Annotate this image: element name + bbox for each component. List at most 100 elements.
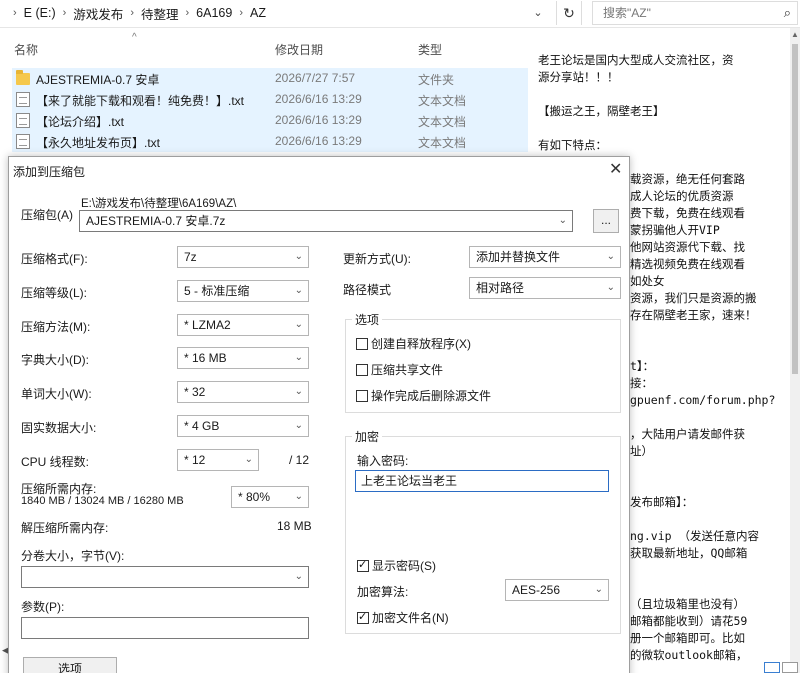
format-select[interactable]: 7z ⌄ <box>177 246 309 268</box>
file-name: 【来了就能下载和观看！纯免费！】.txt <box>36 94 245 108</box>
list-item[interactable]: 【永久地址发布页】.txt 2026/6/16 13:29 文本文档 <box>12 131 528 152</box>
show-password-checkbox[interactable]: 显示密码(S) <box>357 557 436 574</box>
preview-line: 载资源，绝无任何套路 <box>630 172 745 186</box>
preview-line: 成人论坛的优质资源 <box>630 189 734 203</box>
preview-line: 发布邮箱】： <box>630 495 694 509</box>
preview-line: 源分享站！！！ <box>538 70 619 84</box>
list-item[interactable]: AJESTREMIA-0.7 安卓 2026/7/27 7:57 文件夹 <box>12 68 528 89</box>
checkbox-box[interactable] <box>356 364 368 376</box>
encrypt-names-checkbox[interactable]: 加密文件名(N) <box>357 609 449 626</box>
chevron-down-icon: ⌄ <box>244 454 253 465</box>
memory-percent-select[interactable]: * 80% ⌄ <box>231 486 309 508</box>
list-item[interactable]: 【论坛介绍】.txt 2026/6/16 13:29 文本文档 <box>12 110 528 131</box>
large-icons-view-icon[interactable] <box>782 662 798 673</box>
method-value: * LZMA2 <box>184 318 231 332</box>
preview-line: 费下载，免费在线观看 <box>630 206 745 220</box>
update-mode-select[interactable]: 添加并替换文件 ⌄ <box>469 246 621 268</box>
text-file-icon <box>16 113 30 128</box>
preview-line: 邮箱都能收到）请花59 <box>630 614 748 628</box>
column-date[interactable]: 修改日期 <box>275 41 323 58</box>
delete-after-label: 操作完成后删除源文件 <box>371 389 492 403</box>
vertical-scrollbar[interactable]: ▲ <box>790 28 800 673</box>
threads-value: * 12 <box>184 453 206 467</box>
preview-line: ，大陆用户请发邮件获 <box>630 427 745 441</box>
word-size-select[interactable]: * 32 ⌄ <box>177 381 309 403</box>
preview-line: t】： <box>630 359 655 373</box>
method-select[interactable]: * LZMA2 ⌄ <box>177 314 309 336</box>
checkbox-box[interactable] <box>357 558 369 572</box>
path-mode-label: 路径模式 <box>343 283 392 297</box>
checkbox-box[interactable] <box>356 338 368 350</box>
search-placeholder: 搜索"AZ" <box>603 6 651 20</box>
crumb-folder[interactable]: 游戏发布 <box>73 4 123 23</box>
preview-line: gpuenf.com/forum.php? <box>630 393 776 407</box>
method-label: 压缩方法(M): <box>21 320 91 334</box>
column-name[interactable]: 名称 <box>14 41 38 58</box>
file-name: 【论坛介绍】.txt <box>36 115 125 129</box>
chevron-right-icon: › <box>62 7 67 19</box>
delete-after-checkbox[interactable]: 操作完成后删除源文件 <box>356 387 491 404</box>
word-size-label: 单词大小(W): <box>21 387 92 401</box>
decompress-memory-value: 18 MB <box>277 519 312 533</box>
chevron-down-icon: ⌄ <box>294 420 303 431</box>
threads-select[interactable]: * 12 ⌄ <box>177 449 259 471</box>
crumb-current[interactable]: AZ <box>250 6 266 20</box>
preview-line: 如处女 <box>630 274 665 288</box>
sfx-label: 创建自释放程序(X) <box>371 337 471 351</box>
close-icon[interactable]: ✕ <box>609 159 622 179</box>
encryption-group-title: 加密 <box>352 428 383 445</box>
path-mode-select[interactable]: 相对路径 ⌄ <box>469 277 621 299</box>
chevron-down-icon[interactable]: ⌄ <box>295 567 303 587</box>
split-size-combobox[interactable]: ⌄ <box>21 566 309 588</box>
chevron-down-icon[interactable]: ⌄ <box>559 211 567 231</box>
password-label: 输入密码: <box>357 454 409 468</box>
chevron-down-icon: ⌄ <box>294 285 303 296</box>
solid-block-select[interactable]: * 4 GB ⌄ <box>177 415 309 437</box>
file-name: 【永久地址发布页】.txt <box>36 136 161 150</box>
chevron-down-icon: ⌄ <box>594 584 603 595</box>
scroll-up-icon[interactable]: ▲ <box>790 30 800 39</box>
crumb-folder[interactable]: 待整理 <box>141 4 179 23</box>
encryption-method-select[interactable]: AES-256 ⌄ <box>505 579 609 601</box>
checkbox-box[interactable] <box>356 390 368 402</box>
level-select[interactable]: 5 - 标准压缩 ⌄ <box>177 280 309 302</box>
level-label: 压缩等级(L): <box>21 286 88 300</box>
update-mode-label: 更新方式(U): <box>343 252 411 266</box>
scrollbar-thumb[interactable] <box>792 44 798 374</box>
preview-line: （且垃圾箱里也没有） <box>630 597 745 611</box>
word-size-value: * 32 <box>184 385 206 399</box>
file-type: 文件夹 <box>418 73 455 87</box>
shared-files-checkbox[interactable]: 压缩共享文件 <box>356 361 443 378</box>
compress-memory-value: 1840 MB / 13024 MB / 16280 MB <box>21 495 184 507</box>
search-input[interactable]: 搜索"AZ" ⌕ <box>592 1 798 25</box>
details-view-icon[interactable] <box>764 662 780 673</box>
sort-caret-icon: ^ <box>132 32 137 43</box>
refresh-icon[interactable]: ↻ <box>556 1 582 25</box>
crumb-folder[interactable]: 6A169 <box>196 6 232 20</box>
parameters-label: 参数(P): <box>21 600 65 614</box>
breadcrumb[interactable]: › E (E:) › 游戏发布 › 待整理 › 6A169 › AZ <box>0 0 525 26</box>
sfx-checkbox[interactable]: 创建自释放程序(X) <box>356 335 471 352</box>
chevron-down-icon: ⌄ <box>606 282 615 293</box>
address-bar: › E (E:) › 游戏发布 › 待整理 › 6A169 › AZ ⌄ ↻ 搜… <box>0 0 800 28</box>
list-item[interactable]: 【来了就能下载和观看！纯免费！】.txt 2026/6/16 13:29 文本文… <box>12 89 528 110</box>
chevron-right-icon: › <box>185 7 190 19</box>
file-type: 文本文档 <box>418 136 467 150</box>
preview-line: 他网站资源代下载、找 <box>630 240 745 254</box>
dictionary-label: 字典大小(D): <box>21 353 89 367</box>
dictionary-select[interactable]: * 16 MB ⌄ <box>177 347 309 369</box>
crumb-drive[interactable]: E (E:) <box>24 6 56 20</box>
encryption-method-value: AES-256 <box>512 583 561 597</box>
threads-total: / 12 <box>289 453 310 467</box>
parameters-input[interactable] <box>21 617 309 639</box>
password-input[interactable]: 上老王论坛当老王 <box>355 470 609 492</box>
chevron-down-icon[interactable]: ⌄ <box>528 3 548 23</box>
browse-button[interactable]: ... <box>593 209 619 233</box>
add-to-archive-dialog: 添加到压缩包 ✕ 压缩包(A) E:\游戏发布\待整理\6A169\AZ\ AJ… <box>8 156 630 673</box>
column-type[interactable]: 类型 <box>418 41 442 58</box>
options-button[interactable]: 选项 <box>23 657 117 673</box>
dialog-title: 添加到压缩包 <box>13 165 86 179</box>
archive-name-combobox[interactable]: AJESTREMIA-0.7 安卓.7z ⌄ <box>79 210 573 232</box>
checkbox-box[interactable] <box>357 610 369 624</box>
solid-block-value: * 4 GB <box>184 419 220 433</box>
